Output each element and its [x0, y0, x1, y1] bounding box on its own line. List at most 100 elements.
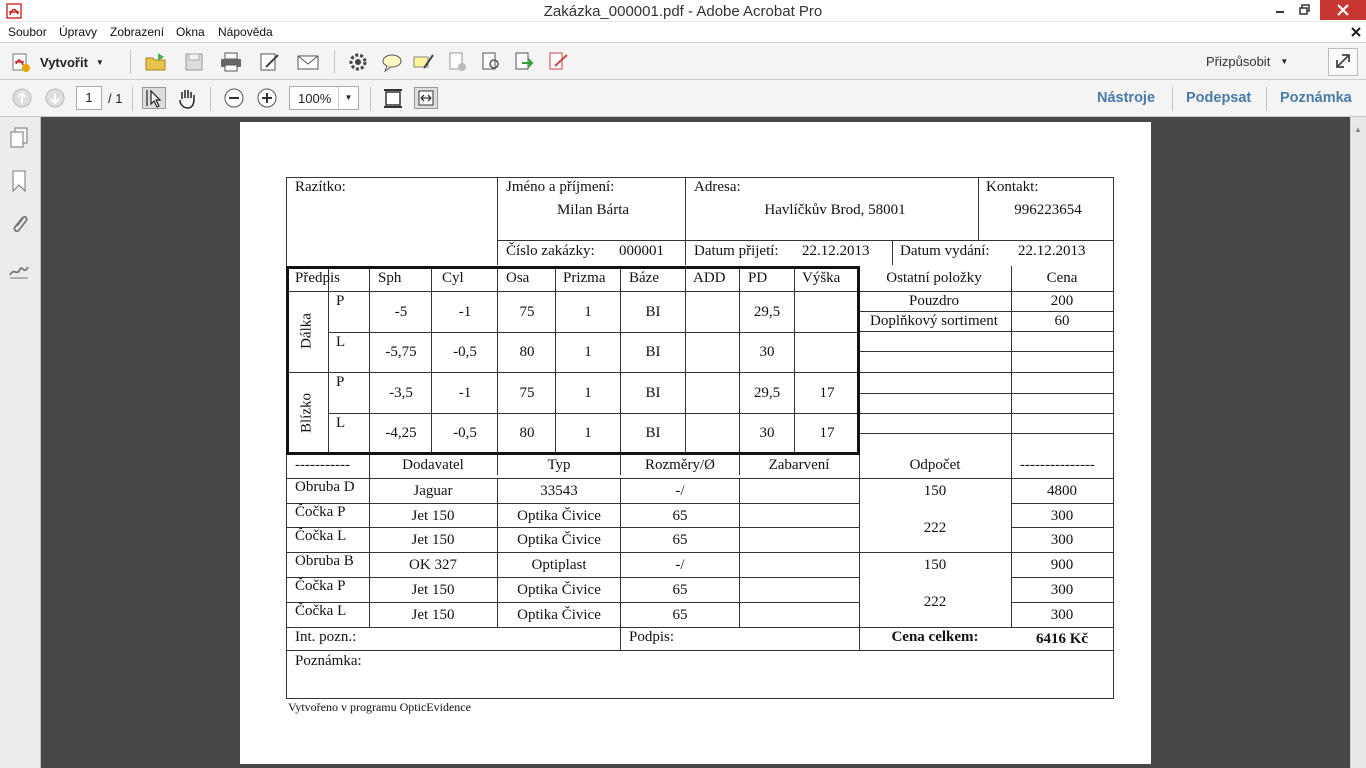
rx-cell-prizma: 1 [584, 425, 592, 441]
edit-document-icon[interactable] [258, 51, 282, 73]
menu-upravy[interactable]: Úpravy [59, 25, 97, 39]
restore-button[interactable] [1293, 0, 1317, 20]
items-header-deduction: Odpočet [909, 457, 961, 473]
other-item-price: 200 [1050, 293, 1074, 309]
select-tool-icon[interactable] [142, 87, 166, 109]
zoom-in-icon[interactable] [255, 87, 279, 109]
highlight-text-icon[interactable] [412, 51, 436, 73]
rx-cell-pd: 30 [759, 344, 775, 360]
item-label: Čočka L [295, 528, 347, 544]
item-cell-type: Optika Čivice [517, 532, 601, 548]
rx-cell-prizma: 1 [584, 385, 592, 401]
customize-button[interactable]: Přizpůsobit ▼ [1206, 54, 1288, 69]
received-value: 22.12.2013 [802, 243, 870, 259]
bookmarks-icon[interactable] [8, 169, 32, 196]
item-cell-supplier: Jet 150 [411, 607, 455, 623]
name-label: Jméno a příjmení: [506, 179, 615, 195]
rx-eye-label: P [336, 293, 345, 309]
fit-page-icon[interactable] [381, 87, 405, 109]
item-label: Čočka L [295, 603, 347, 619]
page-thumbnails-icon[interactable] [8, 126, 32, 153]
rx-header-sph: Sph [378, 270, 402, 286]
tab-tools[interactable]: Nástroje [1097, 90, 1155, 106]
rx-cell-sph: -3,5 [389, 385, 413, 401]
item-cell-supplier: Jet 150 [411, 582, 455, 598]
total-label: Cena celkem: [891, 629, 979, 645]
zoom-out-icon[interactable] [222, 87, 246, 109]
rx-cell-osa: 80 [519, 344, 535, 360]
rx-cell-prizma: 1 [584, 344, 592, 360]
contact-label: Kontakt: [986, 179, 1039, 195]
item-cell-type: Optika Čivice [517, 582, 601, 598]
save-icon[interactable] [182, 51, 206, 73]
rx-cell-sph: -5 [394, 304, 408, 320]
rx-header-prizma: Prizma [563, 270, 606, 286]
tab-sign[interactable]: Podepsat [1186, 90, 1251, 106]
item-cell-price: 300 [1050, 607, 1074, 623]
items-header-color: Zabarvení [768, 457, 830, 473]
item-cell-size: 65 [672, 607, 688, 623]
deduction-value: 222 [923, 520, 947, 536]
note-label: Poznámka: [295, 653, 362, 669]
rx-cell-vyska: 17 [819, 425, 835, 441]
deduction-value: 222 [923, 594, 947, 610]
item-cell-price: 4800 [1047, 483, 1077, 499]
print-icon[interactable] [219, 51, 243, 73]
menu-zobrazeni[interactable]: Zobrazení [110, 25, 164, 39]
navigation-toolbar: 1 / 1 100% ▼ Nástroje Podepsat Poznámka [0, 80, 1366, 117]
rx-cell-osa: 75 [519, 304, 535, 320]
item-label: Obruba B [295, 553, 354, 569]
deduction-value: 150 [923, 557, 947, 573]
rx-cell-osa: 75 [519, 385, 535, 401]
export-document-icon[interactable] [512, 51, 536, 73]
page-number-input[interactable]: 1 [76, 86, 102, 110]
total-value: 6416 Kč [1035, 631, 1089, 647]
stamp-label: Razítko: [295, 179, 346, 195]
other-items-header: Ostatní položky [886, 270, 982, 286]
create-label: Vytvořit [40, 54, 88, 70]
comment-bubble-icon[interactable] [380, 51, 404, 73]
next-page-icon[interactable] [43, 87, 67, 109]
internal-note-label: Int. pozn.: [295, 629, 357, 645]
chevron-down-icon: ▼ [338, 87, 358, 109]
rx-cell-cyl: -1 [458, 385, 472, 401]
rx-group-near: Blízko [298, 393, 315, 433]
footer-credit: Vytvořeno v programu OpticEvidence [288, 700, 471, 714]
close-document-icon[interactable] [1349, 25, 1363, 39]
item-cell-size: -/ [675, 557, 685, 573]
items-header-size: Rozměry/Ø [645, 457, 715, 473]
menu-soubor[interactable]: Soubor [8, 25, 47, 39]
close-button[interactable] [1320, 0, 1366, 20]
rx-header-baze: Báze [629, 270, 659, 286]
signatures-icon[interactable] [8, 257, 32, 284]
scroll-up-icon[interactable]: ▲ [1354, 125, 1362, 134]
menu-napoveda[interactable]: Nápověda [218, 25, 273, 39]
hand-tool-icon[interactable] [175, 87, 199, 109]
menu-okna[interactable]: Okna [176, 25, 205, 39]
rx-cell-sph: -4,25 [385, 425, 417, 441]
document-search-icon[interactable] [479, 51, 503, 73]
item-cell-size: 65 [672, 532, 688, 548]
minimize-button[interactable] [1268, 0, 1292, 20]
email-icon[interactable] [296, 51, 320, 73]
vertical-scrollbar[interactable]: ▲ [1350, 117, 1366, 768]
rx-cell-prizma: 1 [584, 304, 592, 320]
zoom-select[interactable]: 100% ▼ [289, 86, 359, 110]
rx-eye-label: L [336, 415, 346, 431]
attachments-icon[interactable] [8, 212, 32, 239]
settings-gear-icon[interactable] [346, 51, 370, 73]
item-cell-type: Optika Čivice [517, 508, 601, 524]
create-button[interactable]: Vytvořit ▼ [8, 49, 113, 75]
open-folder-icon[interactable] [144, 51, 168, 73]
previous-page-icon[interactable] [10, 87, 34, 109]
tab-comment[interactable]: Poznámka [1280, 90, 1352, 106]
expand-view-button[interactable] [1328, 48, 1358, 76]
delete-pages-icon[interactable] [446, 51, 470, 73]
rx-cell-pd: 30 [759, 425, 775, 441]
fit-width-icon[interactable] [414, 87, 438, 109]
main-toolbar: Vytvořit ▼ Přizpůsobit ▼ [0, 43, 1366, 80]
rx-cell-pd: 29,5 [753, 304, 781, 320]
rx-cell-baze: BI [645, 385, 661, 401]
order-value: 000001 [619, 243, 664, 259]
redact-document-icon[interactable] [546, 51, 570, 73]
